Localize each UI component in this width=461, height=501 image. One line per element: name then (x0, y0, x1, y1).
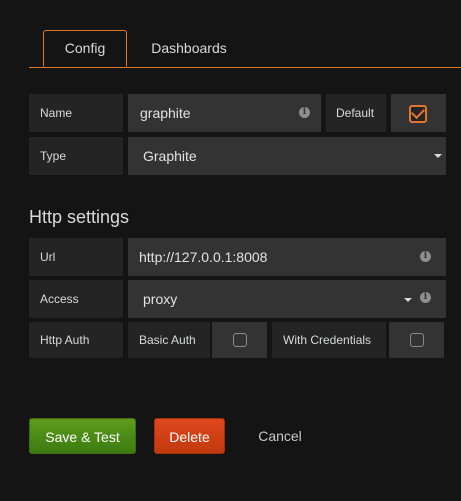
access-value: proxy (143, 291, 178, 307)
with-credentials-checkbox-container[interactable] (389, 322, 444, 358)
basic-auth-label: Basic Auth (128, 322, 210, 358)
tab-bar: Config Dashboards (29, 30, 461, 68)
type-value: Graphite (143, 148, 197, 164)
basic-auth-checkbox[interactable] (233, 333, 247, 347)
delete-button[interactable]: Delete (154, 418, 225, 454)
default-checkbox[interactable] (409, 104, 427, 123)
default-label: Default (326, 94, 386, 132)
name-info-icon[interactable]: i (299, 107, 310, 118)
with-credentials-checkbox[interactable] (410, 333, 424, 347)
name-input[interactable]: graphite i (128, 94, 321, 132)
with-credentials-label: With Credentials (272, 322, 386, 358)
type-label: Type (29, 137, 123, 175)
cancel-button[interactable]: Cancel (243, 418, 317, 454)
access-select[interactable]: proxy i (128, 280, 446, 318)
url-label: Url (29, 238, 123, 276)
http-settings-heading: Http settings (29, 207, 130, 227)
url-input[interactable]: http://127.0.0.1:8008 i (128, 238, 446, 276)
url-value: http://127.0.0.1:8008 (139, 249, 268, 265)
basic-auth-checkbox-container[interactable] (212, 322, 267, 358)
check-icon (410, 104, 426, 120)
tab-config[interactable]: Config (43, 30, 127, 67)
access-label: Access (29, 280, 123, 318)
access-info-icon[interactable]: i (420, 292, 431, 303)
default-checkbox-container[interactable] (391, 94, 446, 132)
chevron-down-icon (404, 298, 412, 302)
name-label: Name (29, 94, 123, 132)
name-value: graphite (140, 105, 191, 121)
save-test-button[interactable]: Save & Test (29, 418, 136, 454)
url-info-icon[interactable]: i (420, 251, 431, 262)
tab-dashboards[interactable]: Dashboards (147, 30, 231, 67)
type-select[interactable]: Graphite (128, 137, 446, 175)
chevron-down-icon (434, 154, 442, 158)
http-auth-label: Http Auth (29, 322, 123, 358)
